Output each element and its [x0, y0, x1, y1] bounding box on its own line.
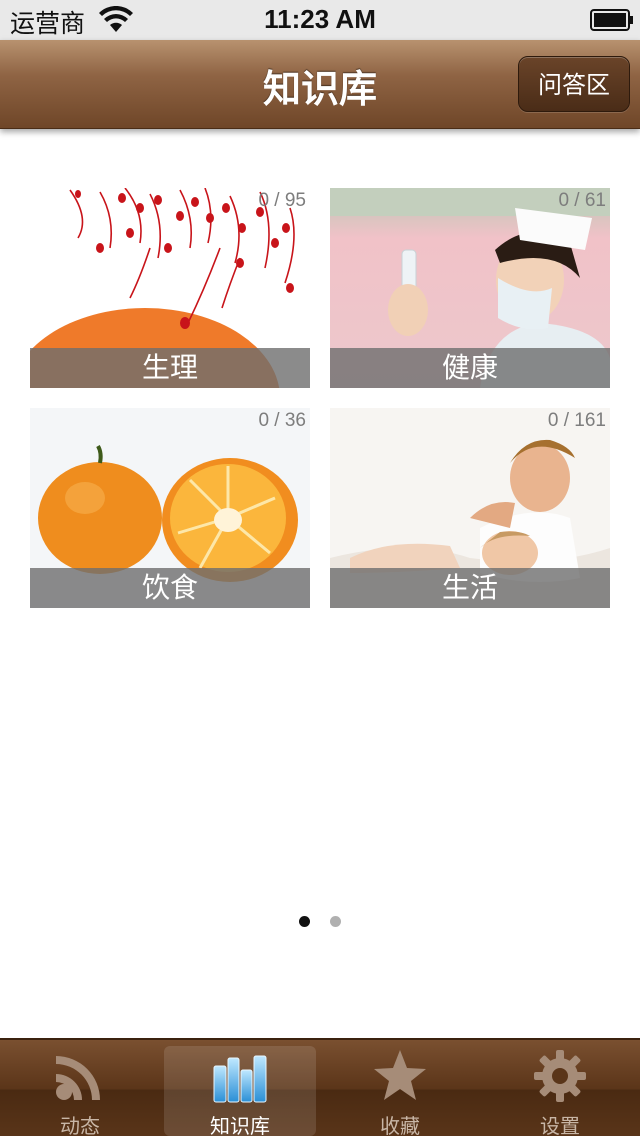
category-tile-diet[interactable]: 0 / 36 饮食 [30, 408, 310, 608]
tab-knowledge-base[interactable]: 知识库 [160, 1040, 320, 1136]
bookshelf-icon [213, 1055, 267, 1103]
tab-favorites[interactable]: 收藏 [320, 1040, 480, 1136]
tile-label: 饮食 [141, 571, 198, 604]
progress-count: 0 / 95 [258, 190, 306, 211]
tile-label: 生理 [141, 351, 198, 384]
progress-count: 0 / 36 [258, 410, 306, 431]
star-icon [374, 1050, 426, 1100]
progress-count: 0 / 61 [558, 190, 606, 211]
page-dot-active[interactable] [299, 916, 311, 927]
screen: 运营商 11:23 AM 知识库 问答区 0 / 95 生理 0 / 61 健康… [0, 0, 640, 1136]
tab-label: 动态 [60, 1114, 100, 1136]
tab-label: 设置 [540, 1114, 580, 1136]
battery-icon [590, 9, 633, 31]
status-time: 11:23 AM [264, 4, 376, 34]
tab-feed[interactable]: 动态 [0, 1040, 160, 1136]
navigation-bar: 知识库 问答区 [0, 40, 640, 129]
tab-label: 知识库 [210, 1114, 270, 1136]
category-tile-life[interactable]: 0 / 161 生活 [330, 408, 610, 608]
gear-icon [534, 1050, 586, 1102]
category-tile-physiology[interactable]: 0 / 95 生理 [30, 188, 310, 388]
page-dot-inactive[interactable] [329, 916, 341, 927]
tab-bar: 动态 知识库 收藏 设置 [0, 1038, 640, 1136]
rss-icon [56, 1056, 100, 1100]
category-tile-health[interactable]: 0 / 61 健康 [330, 188, 610, 388]
status-bar: 运营商 11:23 AM [0, 0, 640, 40]
tile-label: 生活 [441, 571, 498, 604]
tile-label: 健康 [441, 351, 498, 384]
tab-settings[interactable]: 设置 [480, 1040, 640, 1136]
page-control[interactable] [0, 912, 640, 927]
progress-count: 0 / 161 [547, 410, 606, 431]
qa-section-button[interactable]: 问答区 [518, 56, 630, 112]
tab-label: 收藏 [380, 1114, 420, 1136]
